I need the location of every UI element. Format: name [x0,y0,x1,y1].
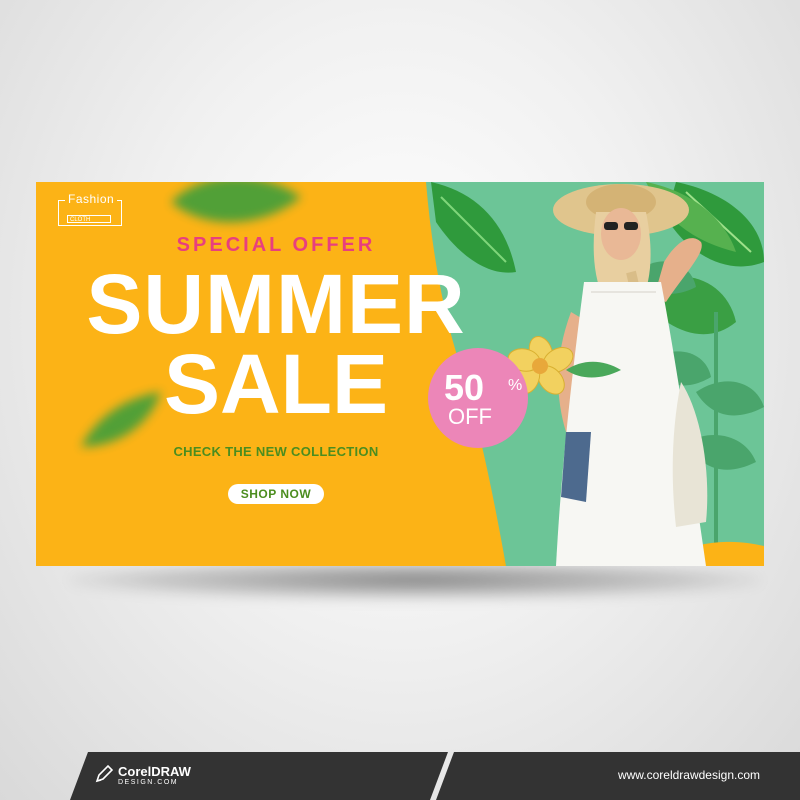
discount-off: OFF [448,404,492,429]
logo-main-text: Fashion [65,192,118,206]
summer-sale-banner: Fashion CLOTH SPECIAL OFFER SUMMER SALE … [36,182,764,566]
pencil-icon [95,764,114,783]
fashion-cloth-logo: Fashion CLOTH [58,192,122,226]
discount-symbol: % [508,377,523,394]
discount-value: 50 [444,367,485,408]
tagline: CHECK THE NEW COLLECTION [173,444,379,459]
shop-now-button[interactable]: SHOP NOW [228,484,324,504]
footer-brand-sub: DESIGN.COM [118,779,179,786]
special-offer-label: SPECIAL OFFER [176,234,376,256]
footer-website-link[interactable]: www.coreldrawdesign.com [618,768,760,782]
footer-brand-name: CorelDRAW [118,764,191,779]
headline-sale: SALE [163,337,389,431]
discount-badge: 50 % OFF [428,348,528,448]
logo-sub-text: CLOTH [67,215,111,223]
banner-shadow [70,560,760,600]
headline-summer: SUMMER [86,257,466,351]
